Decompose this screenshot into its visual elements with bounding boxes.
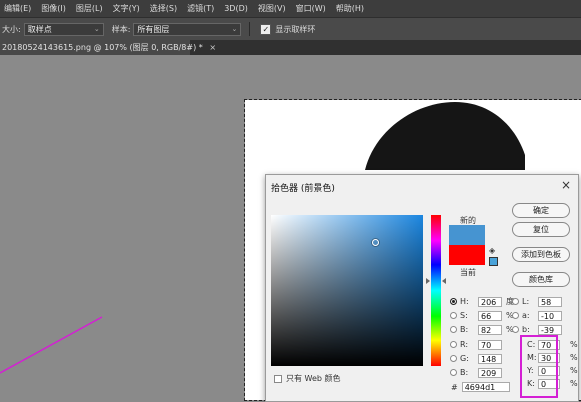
radio-h[interactable] [450,298,457,305]
menu-edit[interactable]: 编辑(E) [0,3,37,14]
sample-layers-select[interactable]: 所有图层 ⌄ [133,22,242,36]
m-unit: % [570,353,578,362]
sample-label: 样本: [111,24,131,34]
radio-g[interactable] [450,355,457,362]
radio-a[interactable] [512,312,519,319]
s-label: S: [460,311,468,320]
menu-view[interactable]: 视图(V) [254,3,292,14]
web-colors-only-row: 只有 Web 颜色 [274,373,341,384]
r-input[interactable]: 70 [478,339,502,350]
rgb-b-row: B: 209 [450,367,502,378]
dialog-title: 拾色器 (前景色) [271,184,335,194]
menu-type[interactable]: 文字(Y) [109,3,146,14]
color-field[interactable] [271,215,423,366]
current-color-label: 当前 [460,268,476,277]
web-colors-only-label: 只有 Web 颜色 [286,374,341,383]
rgb-g-row: G: 148 [450,353,502,364]
chevron-down-icon: ⌄ [231,25,238,33]
options-bar: 大小: 取样点 ⌄ 样本: 所有图层 ⌄ ✓ 显示取样环 [0,17,581,41]
lab-b-row: b: -39 [512,324,562,335]
document-tab[interactable]: 20180524143615.png @ 107% (图层 0, RGB/8#)… [0,40,216,55]
color-libraries-button[interactable]: 颜色库 [512,272,570,287]
r-label: R: [460,340,469,349]
s-input[interactable]: 66 [478,310,502,321]
menu-filter[interactable]: 滤镜(T) [183,3,220,14]
blue-label: B: [460,368,469,377]
rgb-r-row: R: 70 [450,339,502,350]
document-tab-bar: 20180524143615.png @ 107% (图层 0, RGB/8#)… [0,40,581,55]
gamut-warning-icon[interactable]: ◈ [489,247,497,255]
menu-3d[interactable]: 3D(D) [220,4,254,13]
radio-b[interactable] [450,326,457,333]
color-field-marker[interactable] [372,239,379,246]
web-colors-only-checkbox[interactable] [274,374,282,383]
radio-s[interactable] [450,312,457,319]
y-unit: % [570,366,578,375]
c-unit: % [570,340,578,349]
menu-layer[interactable]: 图层(L) [72,3,109,14]
chevron-down-icon: ⌄ [93,25,100,33]
hsb-h-row: H: 206 度 [450,296,514,307]
web-safe-cube-icon[interactable] [489,257,498,266]
new-color-swatch [449,225,485,245]
sample-layers-value: 所有图层 [137,24,170,34]
hsb-s-row: S: 66 % [450,310,514,321]
lab-l-row: L: 58 [512,296,562,307]
radio-blue[interactable] [450,369,457,376]
sample-size-value: 取样点 [27,24,52,34]
a-input[interactable]: -10 [538,310,562,321]
l-label: L: [522,297,530,306]
g-input[interactable]: 148 [478,353,502,364]
hex-row: # 4694d1 [451,382,510,392]
radio-lab-b[interactable] [512,326,519,333]
add-to-swatches-button[interactable]: 添加到色板 [512,247,570,262]
sample-size-label: 大小: [2,24,21,34]
close-icon[interactable]: × [209,43,216,52]
lab-b-label: b: [522,325,530,334]
sample-size-select[interactable]: 取样点 ⌄ [23,22,104,36]
hex-label: # [451,382,458,392]
radio-l[interactable] [512,298,519,305]
pink-highlight-box [520,335,558,398]
h-input[interactable]: 206 [478,296,502,307]
menu-image[interactable]: 图像(I) [37,3,72,14]
hue-slider-handle-right[interactable] [442,278,446,284]
hue-slider[interactable] [431,215,441,366]
document-tab-title: 20180524143615.png @ 107% (图层 0, RGB/8#)… [2,43,203,52]
close-icon[interactable]: × [561,178,571,192]
menu-help[interactable]: 帮助(H) [332,3,370,14]
g-label: G: [460,354,469,363]
h-label: H: [460,297,469,306]
lab-b-input[interactable]: -39 [538,324,562,335]
menu-window[interactable]: 窗口(W) [292,3,332,14]
b-label: B: [460,325,469,334]
current-color-swatch[interactable] [449,245,485,265]
hex-input[interactable]: 4694d1 [461,382,510,392]
hair-silhouette [365,102,525,170]
show-ring-checkbox[interactable]: ✓ [260,23,272,35]
b-input[interactable]: 82 [478,324,502,335]
divider [249,22,251,36]
blue-input[interactable]: 209 [478,367,502,378]
pink-annotation-line [0,316,103,374]
menu-select[interactable]: 选择(S) [146,3,183,14]
hsb-b-row: B: 82 % [450,324,514,335]
radio-r[interactable] [450,341,457,348]
a-label: a: [522,311,530,320]
show-ring-label: 显示取样环 [275,24,316,34]
menu-bar: 编辑(E) 图像(I) 图层(L) 文字(Y) 选择(S) 滤镜(T) 3D(D… [0,0,581,17]
ok-button[interactable]: 确定 [512,203,570,218]
l-input[interactable]: 58 [538,296,562,307]
k-unit: % [570,379,578,388]
lab-a-row: a: -10 [512,310,562,321]
hue-slider-handle-left[interactable] [426,278,430,284]
reset-button[interactable]: 复位 [512,222,570,237]
